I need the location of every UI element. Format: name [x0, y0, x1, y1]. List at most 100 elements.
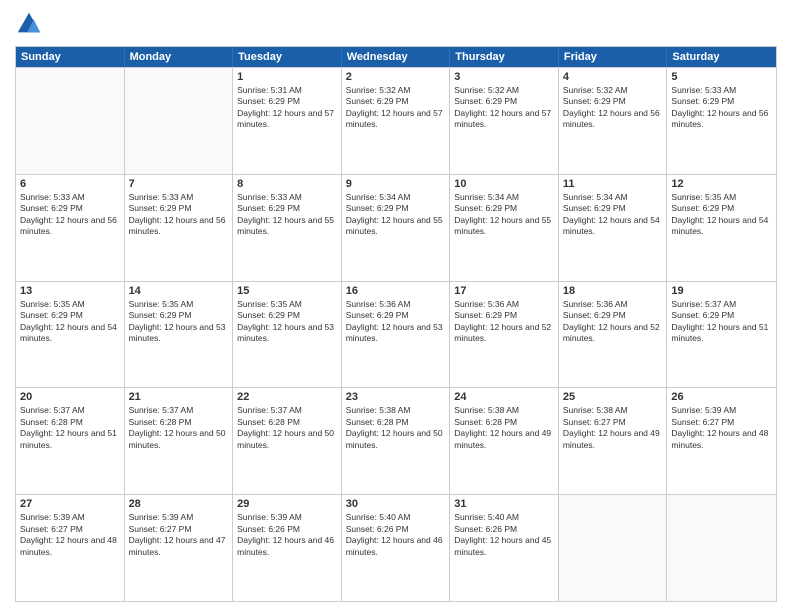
day-number: 22: [237, 391, 337, 403]
calendar-cell: 31 Sunrise: 5:40 AM Sunset: 6:26 PM Dayli…: [450, 495, 559, 601]
calendar-cell: [559, 495, 668, 601]
weekday-header: Tuesday: [233, 47, 342, 67]
day-info: Sunrise: 5:36 AM Sunset: 6:29 PM Dayligh…: [563, 299, 663, 345]
weekday-header: Monday: [125, 47, 234, 67]
day-number: 3: [454, 71, 554, 83]
calendar-row: 1 Sunrise: 5:31 AM Sunset: 6:29 PM Daylig…: [16, 67, 776, 174]
calendar-cell: 10 Sunrise: 5:34 AM Sunset: 6:29 PM Dayli…: [450, 175, 559, 281]
day-info: Sunrise: 5:35 AM Sunset: 6:29 PM Dayligh…: [129, 299, 229, 345]
calendar-cell: 8 Sunrise: 5:33 AM Sunset: 6:29 PM Daylig…: [233, 175, 342, 281]
day-info: Sunrise: 5:37 AM Sunset: 6:28 PM Dayligh…: [20, 405, 120, 451]
day-info: Sunrise: 5:40 AM Sunset: 6:26 PM Dayligh…: [346, 512, 446, 558]
calendar-cell: 11 Sunrise: 5:34 AM Sunset: 6:29 PM Dayli…: [559, 175, 668, 281]
calendar-cell: 27Sunrise: 5:39 AM Sunset: 6:27 PM Dayli…: [16, 495, 125, 601]
calendar-cell: 21Sunrise: 5:37 AM Sunset: 6:28 PM Dayli…: [125, 388, 234, 494]
day-number: 13: [20, 285, 120, 297]
day-number: 28: [129, 498, 229, 510]
calendar-cell: 3 Sunrise: 5:32 AM Sunset: 6:29 PM Daylig…: [450, 68, 559, 174]
calendar-cell: 19Sunrise: 5:37 AM Sunset: 6:29 PM Dayli…: [667, 282, 776, 388]
day-info: Sunrise: 5:38 AM Sunset: 6:27 PM Dayligh…: [563, 405, 663, 451]
calendar-cell: 7Sunrise: 5:33 AM Sunset: 6:29 PM Daylig…: [125, 175, 234, 281]
day-info: Sunrise: 5:39 AM Sunset: 6:27 PM Dayligh…: [671, 405, 772, 451]
calendar-cell: 6 Sunrise: 5:33 AM Sunset: 6:29 PM Daylig…: [16, 175, 125, 281]
day-number: 11: [563, 178, 663, 190]
day-number: 21: [129, 391, 229, 403]
day-number: 1: [237, 71, 337, 83]
calendar-cell: [125, 68, 234, 174]
day-info: Sunrise: 5:32 AM Sunset: 6:29 PM Dayligh…: [346, 85, 446, 131]
calendar-cell: 9 Sunrise: 5:34 AM Sunset: 6:29 PM Daylig…: [342, 175, 451, 281]
day-number: 14: [129, 285, 229, 297]
day-info: Sunrise: 5:31 AM Sunset: 6:29 PM Dayligh…: [237, 85, 337, 131]
day-number: 16: [346, 285, 446, 297]
calendar-cell: 5 Sunrise: 5:33 AM Sunset: 6:29 PM Daylig…: [667, 68, 776, 174]
day-number: 20: [20, 391, 120, 403]
calendar-cell: 30 Sunrise: 5:40 AM Sunset: 6:26 PM Dayli…: [342, 495, 451, 601]
day-info: Sunrise: 5:33 AM Sunset: 6:29 PM Dayligh…: [20, 192, 120, 238]
calendar-cell: 12 Sunrise: 5:35 AM Sunset: 6:29 PM Dayli…: [667, 175, 776, 281]
day-info: Sunrise: 5:33 AM Sunset: 6:29 PM Dayligh…: [129, 192, 229, 238]
header: [15, 10, 777, 38]
weekday-header: Saturday: [667, 47, 776, 67]
calendar-cell: 4Sunrise: 5:32 AM Sunset: 6:29 PM Daylig…: [559, 68, 668, 174]
day-info: Sunrise: 5:36 AM Sunset: 6:29 PM Dayligh…: [454, 299, 554, 345]
day-number: 26: [671, 391, 772, 403]
calendar-row: 27Sunrise: 5:39 AM Sunset: 6:27 PM Dayli…: [16, 494, 776, 601]
calendar: SundayMondayTuesdayWednesdayThursdayFrid…: [15, 46, 777, 602]
calendar-row: 20 Sunrise: 5:37 AM Sunset: 6:28 PM Dayli…: [16, 387, 776, 494]
day-info: Sunrise: 5:34 AM Sunset: 6:29 PM Dayligh…: [346, 192, 446, 238]
weekday-header: Friday: [559, 47, 668, 67]
day-info: Sunrise: 5:40 AM Sunset: 6:26 PM Dayligh…: [454, 512, 554, 558]
calendar-cell: 15Sunrise: 5:35 AM Sunset: 6:29 PM Dayli…: [233, 282, 342, 388]
calendar-cell: 14 Sunrise: 5:35 AM Sunset: 6:29 PM Dayli…: [125, 282, 234, 388]
calendar-cell: 25 Sunrise: 5:38 AM Sunset: 6:27 PM Dayli…: [559, 388, 668, 494]
day-number: 9: [346, 178, 446, 190]
calendar-body: 1 Sunrise: 5:31 AM Sunset: 6:29 PM Daylig…: [16, 67, 776, 601]
day-number: 24: [454, 391, 554, 403]
day-number: 31: [454, 498, 554, 510]
calendar-cell: 13 Sunrise: 5:35 AM Sunset: 6:29 PM Dayli…: [16, 282, 125, 388]
calendar-cell: 2 Sunrise: 5:32 AM Sunset: 6:29 PM Daylig…: [342, 68, 451, 174]
day-info: Sunrise: 5:38 AM Sunset: 6:28 PM Dayligh…: [454, 405, 554, 451]
day-info: Sunrise: 5:38 AM Sunset: 6:28 PM Dayligh…: [346, 405, 446, 451]
calendar-cell: [16, 68, 125, 174]
day-info: Sunrise: 5:39 AM Sunset: 6:27 PM Dayligh…: [129, 512, 229, 558]
day-number: 12: [671, 178, 772, 190]
day-number: 5: [671, 71, 772, 83]
day-info: Sunrise: 5:39 AM Sunset: 6:26 PM Dayligh…: [237, 512, 337, 558]
day-info: Sunrise: 5:32 AM Sunset: 6:29 PM Dayligh…: [563, 85, 663, 131]
day-number: 23: [346, 391, 446, 403]
calendar-header: SundayMondayTuesdayWednesdayThursdayFrid…: [16, 47, 776, 67]
calendar-cell: 23 Sunrise: 5:38 AM Sunset: 6:28 PM Dayli…: [342, 388, 451, 494]
logo: [15, 10, 47, 38]
day-number: 8: [237, 178, 337, 190]
day-info: Sunrise: 5:32 AM Sunset: 6:29 PM Dayligh…: [454, 85, 554, 131]
calendar-cell: 26 Sunrise: 5:39 AM Sunset: 6:27 PM Dayli…: [667, 388, 776, 494]
calendar-cell: 16Sunrise: 5:36 AM Sunset: 6:29 PM Dayli…: [342, 282, 451, 388]
day-number: 2: [346, 71, 446, 83]
calendar-cell: 1 Sunrise: 5:31 AM Sunset: 6:29 PM Daylig…: [233, 68, 342, 174]
day-info: Sunrise: 5:33 AM Sunset: 6:29 PM Dayligh…: [671, 85, 772, 131]
day-number: 10: [454, 178, 554, 190]
calendar-cell: 22 Sunrise: 5:37 AM Sunset: 6:28 PM Dayli…: [233, 388, 342, 494]
day-number: 17: [454, 285, 554, 297]
page: SundayMondayTuesdayWednesdayThursdayFrid…: [0, 0, 792, 612]
day-info: Sunrise: 5:37 AM Sunset: 6:28 PM Dayligh…: [237, 405, 337, 451]
calendar-cell: 28 Sunrise: 5:39 AM Sunset: 6:27 PM Dayli…: [125, 495, 234, 601]
day-number: 19: [671, 285, 772, 297]
calendar-cell: 18Sunrise: 5:36 AM Sunset: 6:29 PM Dayli…: [559, 282, 668, 388]
day-info: Sunrise: 5:34 AM Sunset: 6:29 PM Dayligh…: [454, 192, 554, 238]
day-info: Sunrise: 5:35 AM Sunset: 6:29 PM Dayligh…: [20, 299, 120, 345]
day-info: Sunrise: 5:34 AM Sunset: 6:29 PM Dayligh…: [563, 192, 663, 238]
calendar-cell: 29Sunrise: 5:39 AM Sunset: 6:26 PM Dayli…: [233, 495, 342, 601]
day-number: 30: [346, 498, 446, 510]
logo-icon: [15, 10, 43, 38]
calendar-cell: 24 Sunrise: 5:38 AM Sunset: 6:28 PM Dayli…: [450, 388, 559, 494]
day-info: Sunrise: 5:33 AM Sunset: 6:29 PM Dayligh…: [237, 192, 337, 238]
calendar-row: 13 Sunrise: 5:35 AM Sunset: 6:29 PM Dayli…: [16, 281, 776, 388]
day-info: Sunrise: 5:35 AM Sunset: 6:29 PM Dayligh…: [671, 192, 772, 238]
day-info: Sunrise: 5:39 AM Sunset: 6:27 PM Dayligh…: [20, 512, 120, 558]
day-number: 25: [563, 391, 663, 403]
day-number: 6: [20, 178, 120, 190]
weekday-header: Wednesday: [342, 47, 451, 67]
